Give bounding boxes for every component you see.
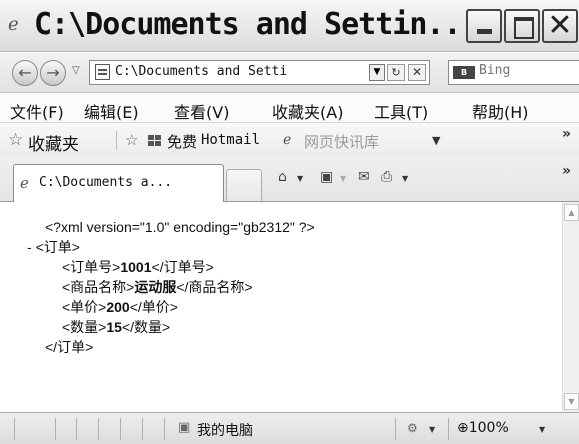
- divider: [76, 418, 77, 440]
- recent-pages-dropdown-icon[interactable]: ▽: [72, 65, 80, 76]
- divider: [116, 131, 117, 150]
- bing-icon: B: [453, 66, 475, 79]
- command-bar-overflow-chevron-icon[interactable]: »: [562, 163, 571, 179]
- scroll-down-button[interactable]: ▼: [564, 393, 579, 410]
- divider: [164, 418, 165, 440]
- xml-tag: </订单号>: [151, 259, 214, 275]
- chevron-down-icon[interactable]: ▼: [432, 134, 440, 147]
- xml-value: 15: [106, 319, 122, 335]
- divider: [98, 418, 99, 440]
- tab-bar: ℯ C:\Documents a... ⌂ ▼ ▣ ▼ ✉ ⎙ ▼ »: [0, 157, 579, 202]
- zoom-level[interactable]: ⊕100%: [457, 420, 509, 436]
- menu-favorites[interactable]: 收藏夹(A): [272, 99, 343, 123]
- feeds-icon[interactable]: ▣: [320, 169, 333, 185]
- divider: [14, 418, 15, 440]
- favorites-star-icon[interactable]: ☆: [8, 130, 23, 150]
- divider: [395, 418, 396, 440]
- divider: [448, 418, 449, 440]
- xml-qty-line: <数量>15</数量>: [62, 318, 170, 336]
- window-title: C:\Documents and Settin...: [34, 7, 479, 42]
- ie-page-icon: ℯ: [20, 174, 29, 192]
- divider: [120, 418, 121, 440]
- xml-value: 200: [106, 299, 130, 315]
- favorites-button[interactable]: 收藏夹: [28, 130, 79, 155]
- tab-title: C:\Documents a...: [39, 175, 173, 190]
- minimize-button[interactable]: [466, 9, 502, 43]
- xml-value: 运动服: [134, 279, 177, 295]
- xml-value: 1001: [120, 259, 152, 275]
- web-slice-gallery-link[interactable]: 网页快讯库: [304, 131, 379, 152]
- address-dropdown-button[interactable]: ▼: [369, 64, 385, 81]
- zoom-icon: ⊕: [457, 420, 469, 436]
- favorites-bar: ☆ 收藏夹 ☆ 免费 Hotmail ℯ 网页快讯库 ▼ »: [0, 123, 579, 157]
- computer-zone-icon: ▣: [178, 420, 191, 435]
- security-zone-label: 我的电脑: [197, 423, 253, 439]
- xml-price-line: <单价>200</单价>: [62, 298, 178, 316]
- menu-file[interactable]: 文件(F): [10, 99, 64, 123]
- protected-mode-icon[interactable]: ⚙: [407, 421, 418, 435]
- xml-tag: <数量>: [62, 319, 107, 335]
- xml-tag: </商品名称>: [176, 279, 253, 295]
- new-tab-button[interactable]: [226, 169, 262, 201]
- vertical-scrollbar[interactable]: ▲ ▼: [562, 202, 579, 412]
- forward-button[interactable]: →: [40, 60, 66, 86]
- xml-tag: <订单号>: [62, 259, 121, 275]
- collapse-toggle[interactable]: -: [27, 239, 36, 255]
- xml-declaration: <?xml version="1.0" encoding="gb2312" ?>: [45, 219, 315, 235]
- address-input[interactable]: C:\Documents and Setti: [115, 64, 287, 79]
- refresh-button[interactable]: ↻: [387, 64, 405, 81]
- ie-logo-icon: ℯ: [8, 14, 19, 35]
- maximize-button[interactable]: [504, 9, 540, 43]
- xml-tag: <订单>: [35, 239, 80, 255]
- title-bar: ℯ C:\Documents and Settin... ✕: [0, 0, 579, 52]
- forward-arrow-icon: →: [46, 63, 60, 82]
- xml-tag: </单价>: [129, 299, 178, 315]
- menu-bar: 文件(F) 编辑(E) 查看(V) 收藏夹(A) 工具(T) 帮助(H): [0, 94, 579, 123]
- add-to-favorites-bar-icon[interactable]: ☆: [125, 131, 138, 149]
- page-content: <?xml version="1.0" encoding="gb2312" ?>…: [0, 202, 562, 412]
- xml-tag: <商品名称>: [62, 279, 135, 295]
- back-arrow-icon: ←: [18, 63, 32, 82]
- windows-logo-icon: [148, 135, 162, 147]
- print-dropdown-icon[interactable]: ▼: [402, 174, 408, 183]
- menu-help[interactable]: 帮助(H): [472, 99, 529, 123]
- zoom-value: 100%: [468, 420, 509, 436]
- scroll-up-button[interactable]: ▲: [564, 204, 579, 221]
- menu-view[interactable]: 查看(V): [174, 99, 229, 123]
- favorites-link-hotmail[interactable]: Hotmail: [201, 132, 260, 148]
- protected-mode-dropdown-icon[interactable]: ▼: [429, 425, 435, 434]
- xml-order-no-line: <订单号>1001</订单号>: [62, 258, 214, 276]
- page-icon: [95, 64, 110, 80]
- favorites-overflow-chevron-icon[interactable]: »: [562, 126, 571, 142]
- search-input[interactable]: [479, 63, 574, 78]
- address-toolbar: ← → ▽ C:\Documents and Setti ▼ ↻ ✕ B: [0, 53, 579, 93]
- search-box[interactable]: B: [448, 60, 579, 85]
- xml-tag: <单价>: [62, 299, 107, 315]
- xml-product-line: <商品名称>运动服</商品名称>: [62, 278, 253, 296]
- status-bar: ▣ 我的电脑 ⚙ ▼ ⊕100% ▼: [0, 412, 579, 444]
- print-icon[interactable]: ⎙: [381, 169, 392, 185]
- stop-button[interactable]: ✕: [408, 64, 426, 81]
- favorites-link-free[interactable]: 免费: [167, 131, 197, 152]
- address-bar[interactable]: C:\Documents and Setti ▼ ↻ ✕: [89, 60, 430, 85]
- menu-edit[interactable]: 编辑(E): [84, 99, 139, 123]
- xml-root-close-line: </订单>: [45, 339, 94, 355]
- home-dropdown-icon[interactable]: ▼: [297, 174, 303, 183]
- xml-tag: </数量>: [121, 319, 171, 335]
- menu-tools[interactable]: 工具(T): [374, 99, 428, 123]
- home-icon[interactable]: ⌂: [278, 169, 287, 185]
- tab-active[interactable]: ℯ C:\Documents a...: [13, 164, 224, 202]
- back-button[interactable]: ←: [12, 60, 38, 86]
- close-icon: ✕: [547, 8, 573, 43]
- read-mail-icon[interactable]: ✉: [358, 169, 370, 185]
- divider: [142, 418, 143, 440]
- feeds-dropdown-icon[interactable]: ▼: [340, 174, 346, 183]
- xml-root-open-line: - <订单>: [27, 238, 80, 256]
- ie-page-icon: ℯ: [283, 132, 292, 148]
- close-button[interactable]: ✕: [542, 9, 578, 43]
- zoom-dropdown-icon[interactable]: ▼: [539, 425, 545, 434]
- divider: [55, 418, 56, 440]
